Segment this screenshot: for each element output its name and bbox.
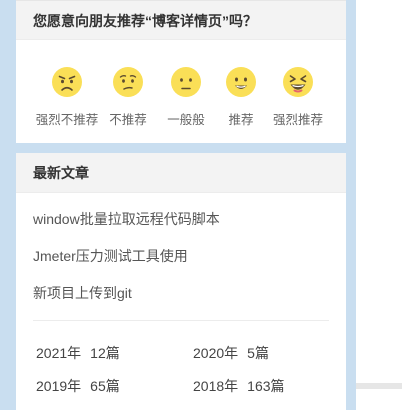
archive-item-2021[interactable]: 2021年 12篇 bbox=[36, 343, 120, 363]
archive-year: 2020年 bbox=[193, 345, 239, 361]
angry-face-icon bbox=[52, 67, 82, 97]
archive-count: 5篇 bbox=[247, 345, 269, 361]
archive-item-2020[interactable]: 2020年 5篇 bbox=[193, 343, 269, 363]
option-strongly-recommend[interactable]: 强烈推荐 bbox=[258, 66, 338, 128]
grinning-face-icon bbox=[283, 67, 313, 97]
section-divider bbox=[33, 320, 329, 321]
latest-articles-title: 最新文章 bbox=[16, 153, 346, 193]
archive-year: 2019年 bbox=[36, 378, 82, 394]
page-edge-bar bbox=[356, 383, 402, 389]
article-link[interactable]: 新项目上传到git bbox=[33, 283, 333, 320]
latest-articles-card: 最新文章 window批量拉取远程代码脚本 Jmeter压力测试工具使用 新项目… bbox=[16, 153, 346, 410]
neutral-face-icon bbox=[171, 67, 201, 97]
recommend-options: 强烈不推荐 不推荐 一般般 推荐 强烈推荐 bbox=[16, 66, 346, 130]
archive-count: 12篇 bbox=[90, 345, 120, 361]
page-background-right bbox=[356, 0, 402, 410]
smiling-face-icon bbox=[226, 67, 256, 97]
article-link[interactable]: window批量拉取远程代码脚本 bbox=[33, 209, 333, 246]
archive-item-2019[interactable]: 2019年 65篇 bbox=[36, 376, 120, 396]
archive-year: 2021年 bbox=[36, 345, 82, 361]
recommend-card: 您愿意向朋友推荐“博客详情页”吗？ 强烈不推荐 不推荐 一般般 推荐 强烈推荐 bbox=[16, 0, 346, 143]
archive-count: 65篇 bbox=[90, 378, 120, 394]
article-link[interactable]: Jmeter压力测试工具使用 bbox=[33, 246, 333, 283]
archive-year: 2018年 bbox=[193, 378, 239, 394]
archive-count: 163篇 bbox=[247, 378, 285, 394]
worried-face-icon bbox=[113, 67, 143, 97]
recommend-title: 您愿意向朋友推荐“博客详情页”吗？ bbox=[16, 0, 346, 40]
archive-item-2018[interactable]: 2018年 163篇 bbox=[193, 376, 285, 396]
option-label: 强烈推荐 bbox=[272, 113, 323, 127]
article-list: window批量拉取远程代码脚本 Jmeter压力测试工具使用 新项目上传到gi… bbox=[33, 209, 333, 320]
